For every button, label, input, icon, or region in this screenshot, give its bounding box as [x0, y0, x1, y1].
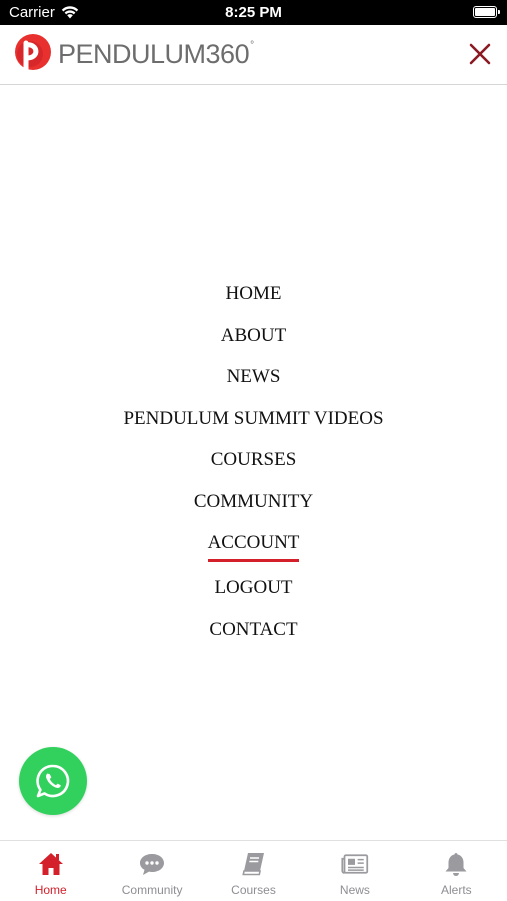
- bell-icon: [445, 853, 467, 876]
- menu-item-home[interactable]: HOME: [226, 275, 282, 317]
- menu-item-contact[interactable]: CONTACT: [209, 611, 297, 653]
- whatsapp-button[interactable]: [19, 747, 87, 815]
- tab-label: News: [339, 883, 370, 897]
- home-icon: [38, 853, 63, 875]
- menu-item-label: NEWS: [226, 366, 281, 387]
- menu-item-label: ABOUT: [220, 324, 287, 346]
- tab-alerts[interactable]: Alerts: [406, 841, 507, 901]
- logo-number: 360: [205, 38, 250, 69]
- main-menu: HOME ABOUT NEWS PENDULUM SUMMIT VIDEOS C…: [0, 275, 507, 652]
- battery-icon: [473, 6, 500, 18]
- tab-courses[interactable]: Courses: [203, 841, 304, 901]
- menu-item-label: PENDULUM SUMMIT VIDEOS: [123, 407, 384, 429]
- bottom-tab-bar: Home Community Courses News Alerts: [0, 840, 507, 901]
- menu-item-label: LOGOUT: [214, 577, 293, 598]
- book-icon: [241, 853, 264, 876]
- menu-item-label: ACCOUNT: [207, 529, 300, 562]
- menu-item-account[interactable]: ACCOUNT: [207, 524, 300, 569]
- menu-item-label: CONTACT: [209, 618, 298, 640]
- menu-item-news[interactable]: NEWS: [227, 358, 281, 400]
- logo-mark-icon: [15, 34, 51, 73]
- menu-item-label: COURSES: [210, 449, 297, 470]
- menu-item-logout[interactable]: LOGOUT: [214, 569, 292, 611]
- tab-home[interactable]: Home: [0, 841, 101, 901]
- status-bar: Carrier 8:25 PM: [0, 0, 507, 25]
- tab-label: Home: [34, 883, 67, 897]
- logo-word: PENDULUM: [58, 38, 206, 69]
- chat-bubble-icon: [140, 854, 165, 875]
- logo-text: PENDULUM360°: [58, 38, 254, 69]
- menu-item-summit-videos[interactable]: PENDULUM SUMMIT VIDEOS: [123, 400, 383, 442]
- close-menu-button[interactable]: [467, 41, 493, 67]
- pendulum360-logo[interactable]: PENDULUM360°: [12, 32, 254, 76]
- tab-label: Alerts: [440, 883, 472, 897]
- tab-label: Community: [121, 883, 183, 897]
- menu-item-community[interactable]: COMMUNITY: [194, 483, 313, 525]
- menu-item-label: HOME: [225, 283, 282, 304]
- menu-item-courses[interactable]: COURSES: [211, 441, 297, 483]
- tab-community[interactable]: Community: [101, 841, 202, 901]
- menu-item-label: COMMUNITY: [193, 490, 314, 512]
- tab-news[interactable]: News: [304, 841, 405, 901]
- logo-degree: °: [250, 39, 254, 51]
- tab-label: Courses: [231, 883, 276, 897]
- status-time: 8:25 PM: [225, 4, 282, 21]
- menu-item-about[interactable]: ABOUT: [221, 317, 286, 359]
- battery-fill: [475, 8, 495, 16]
- whatsapp-icon: [36, 764, 70, 798]
- newspaper-icon: [341, 854, 369, 874]
- app-header: PENDULUM360°: [0, 25, 507, 85]
